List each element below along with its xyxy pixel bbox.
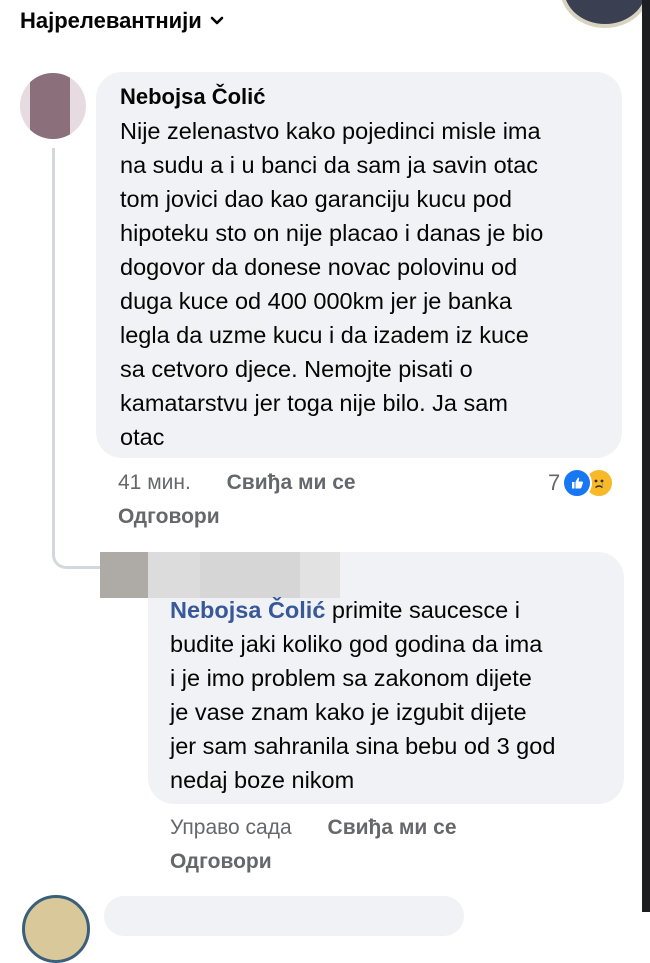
reply-actions: Управо сада Свиђа ми се xyxy=(170,816,457,840)
comment-actions: 41 мин. Свиђа ми се xyxy=(118,471,356,495)
redacted-author-name xyxy=(100,552,148,598)
screen-edge xyxy=(642,0,650,912)
sort-dropdown[interactable]: Најрелевантнији xyxy=(20,8,224,34)
reaction-summary[interactable]: 7 xyxy=(548,468,615,498)
comment-author-avatar[interactable] xyxy=(20,73,86,139)
sort-label: Најрелевантнији xyxy=(20,8,202,33)
reply-button[interactable]: Одговори xyxy=(170,850,272,874)
reaction-count: 7 xyxy=(548,470,561,495)
redacted-author-name xyxy=(200,552,300,598)
like-button[interactable]: Свиђа ми се xyxy=(328,816,457,839)
avatar-image xyxy=(30,73,70,139)
reply-body: primite saucesce i budite jaki koliko go… xyxy=(170,597,556,793)
comment-text: Nije zelenastvo kako pojedinci misle ima… xyxy=(120,118,544,450)
reply-timestamp[interactable]: Управо сада xyxy=(170,816,292,839)
reply-text: Nebojsa Čolić primite saucesce i budite … xyxy=(170,593,620,797)
comment-author-name[interactable]: Nebojsa Čolić xyxy=(120,84,265,110)
comment-timestamp[interactable]: 41 мин. xyxy=(118,471,191,494)
comment-bubble xyxy=(104,896,464,936)
chevron-down-icon xyxy=(210,16,224,25)
reply-button[interactable]: Одговори xyxy=(118,505,220,529)
avatar[interactable] xyxy=(560,0,650,28)
avatar[interactable] xyxy=(22,895,90,963)
mention-link[interactable]: Nebojsa Čolić xyxy=(170,597,325,623)
redacted-author-name xyxy=(148,552,200,598)
like-button[interactable]: Свиђа ми се xyxy=(227,471,356,494)
redacted-author-name xyxy=(300,552,340,598)
